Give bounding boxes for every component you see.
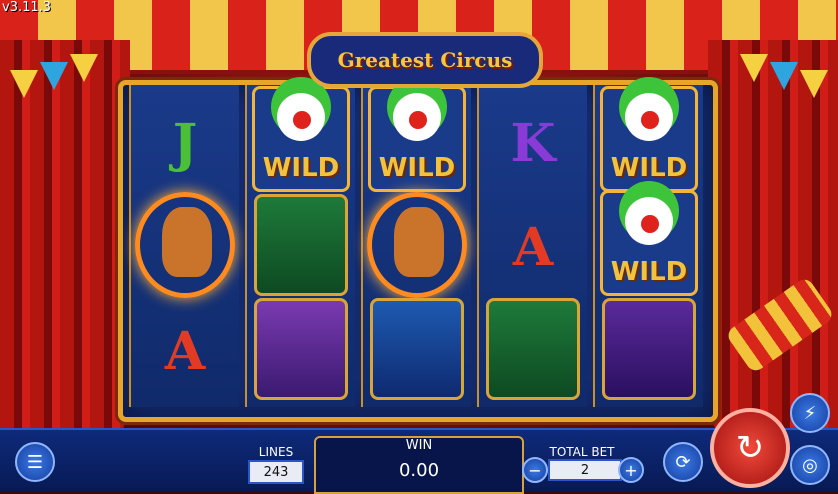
symbol-tiger — [135, 192, 235, 298]
seal-icon — [370, 298, 464, 400]
clown-nose-icon — [641, 215, 659, 233]
win-value: 0.00 — [398, 460, 440, 481]
symbol-k: K — [510, 112, 556, 174]
symbol-tiger — [367, 192, 467, 298]
fire-ring — [367, 192, 467, 298]
rabbit-hat-icon — [486, 298, 580, 400]
wild-label: WILD — [262, 153, 340, 183]
symbol-rabbit — [251, 194, 351, 296]
wild-clown-tile: WILD — [600, 86, 698, 192]
menu-button[interactable]: ☰ — [15, 442, 55, 482]
pennant-flag — [10, 70, 38, 98]
clown-nose-icon — [293, 111, 311, 129]
decrease-bet-button[interactable]: − — [522, 457, 548, 483]
clown-nose-icon — [641, 111, 659, 129]
left-curtain — [0, 40, 130, 460]
reel-2: WILD — [245, 85, 355, 407]
pennant-flag — [740, 54, 768, 82]
symbol-a: A — [512, 216, 554, 278]
symbol-wild: WILD — [599, 190, 699, 296]
pennant-flag — [770, 62, 798, 90]
coins-button[interactable]: ◎ — [790, 445, 830, 485]
clown-nose-icon — [409, 111, 427, 129]
spin-icon: ↻ — [735, 428, 765, 468]
wild-label: WILD — [610, 153, 688, 183]
wild-clown-tile: WILD — [600, 190, 698, 296]
turbo-button[interactable]: ⚡ — [790, 393, 830, 433]
win-label: WIN — [405, 438, 433, 453]
reel-3: WILD — [361, 85, 471, 407]
total-bet-label: TOTAL BET — [549, 445, 615, 459]
symbol-seal — [367, 298, 467, 400]
symbol-bear — [599, 298, 699, 400]
fire-ring — [135, 192, 235, 298]
pennant-flag — [40, 62, 68, 90]
elephant-icon — [254, 298, 348, 400]
win-panel: WIN 0.00 — [314, 436, 524, 494]
reel-4: K A — [477, 85, 587, 407]
symbol-letter: K — [483, 93, 583, 193]
pennant-flag — [800, 70, 828, 98]
coin-stack-icon: ◎ — [802, 454, 818, 476]
bear-unicycle-icon — [602, 298, 696, 400]
symbol-j: J — [172, 112, 198, 174]
autoplay-icon: ⟳ — [675, 451, 691, 473]
symbol-wild: WILD — [251, 86, 351, 192]
lines-value: 243 — [248, 460, 304, 484]
symbol-a: A — [164, 320, 206, 382]
symbol-letter: J — [135, 93, 235, 193]
spin-button[interactable]: ↻ — [710, 408, 790, 488]
total-bet-value: 2 — [548, 459, 622, 481]
reel-1: J A — [129, 85, 239, 407]
autoplay-button[interactable]: ⟳ — [663, 442, 703, 482]
menu-icon: ☰ — [26, 451, 44, 473]
lines-label: LINES — [258, 445, 294, 459]
wild-clown-tile: WILD — [368, 86, 466, 192]
wild-label: WILD — [610, 257, 688, 287]
game-title: Greatest Circus — [307, 32, 543, 88]
symbol-rabbit — [483, 298, 583, 400]
pennant-flag — [70, 54, 98, 82]
wild-label: WILD — [378, 153, 456, 183]
symbol-letter: A — [483, 197, 583, 297]
rabbit-hat-icon — [254, 194, 348, 296]
increase-bet-button[interactable]: + — [618, 457, 644, 483]
symbol-letter: A — [135, 301, 235, 401]
symbol-elephant — [251, 298, 351, 400]
tiger-icon — [394, 207, 444, 277]
reels-area: J A WILD WILD K A WILD WILD — [118, 80, 718, 422]
wild-clown-tile: WILD — [252, 86, 350, 192]
reel-5: WILD WILD — [593, 85, 703, 407]
symbol-wild: WILD — [599, 86, 699, 192]
symbol-wild: WILD — [367, 86, 467, 192]
tiger-icon — [162, 207, 212, 277]
version-label: v3.11.3 — [2, 0, 52, 15]
lightning-icon: ⚡ — [803, 402, 817, 424]
